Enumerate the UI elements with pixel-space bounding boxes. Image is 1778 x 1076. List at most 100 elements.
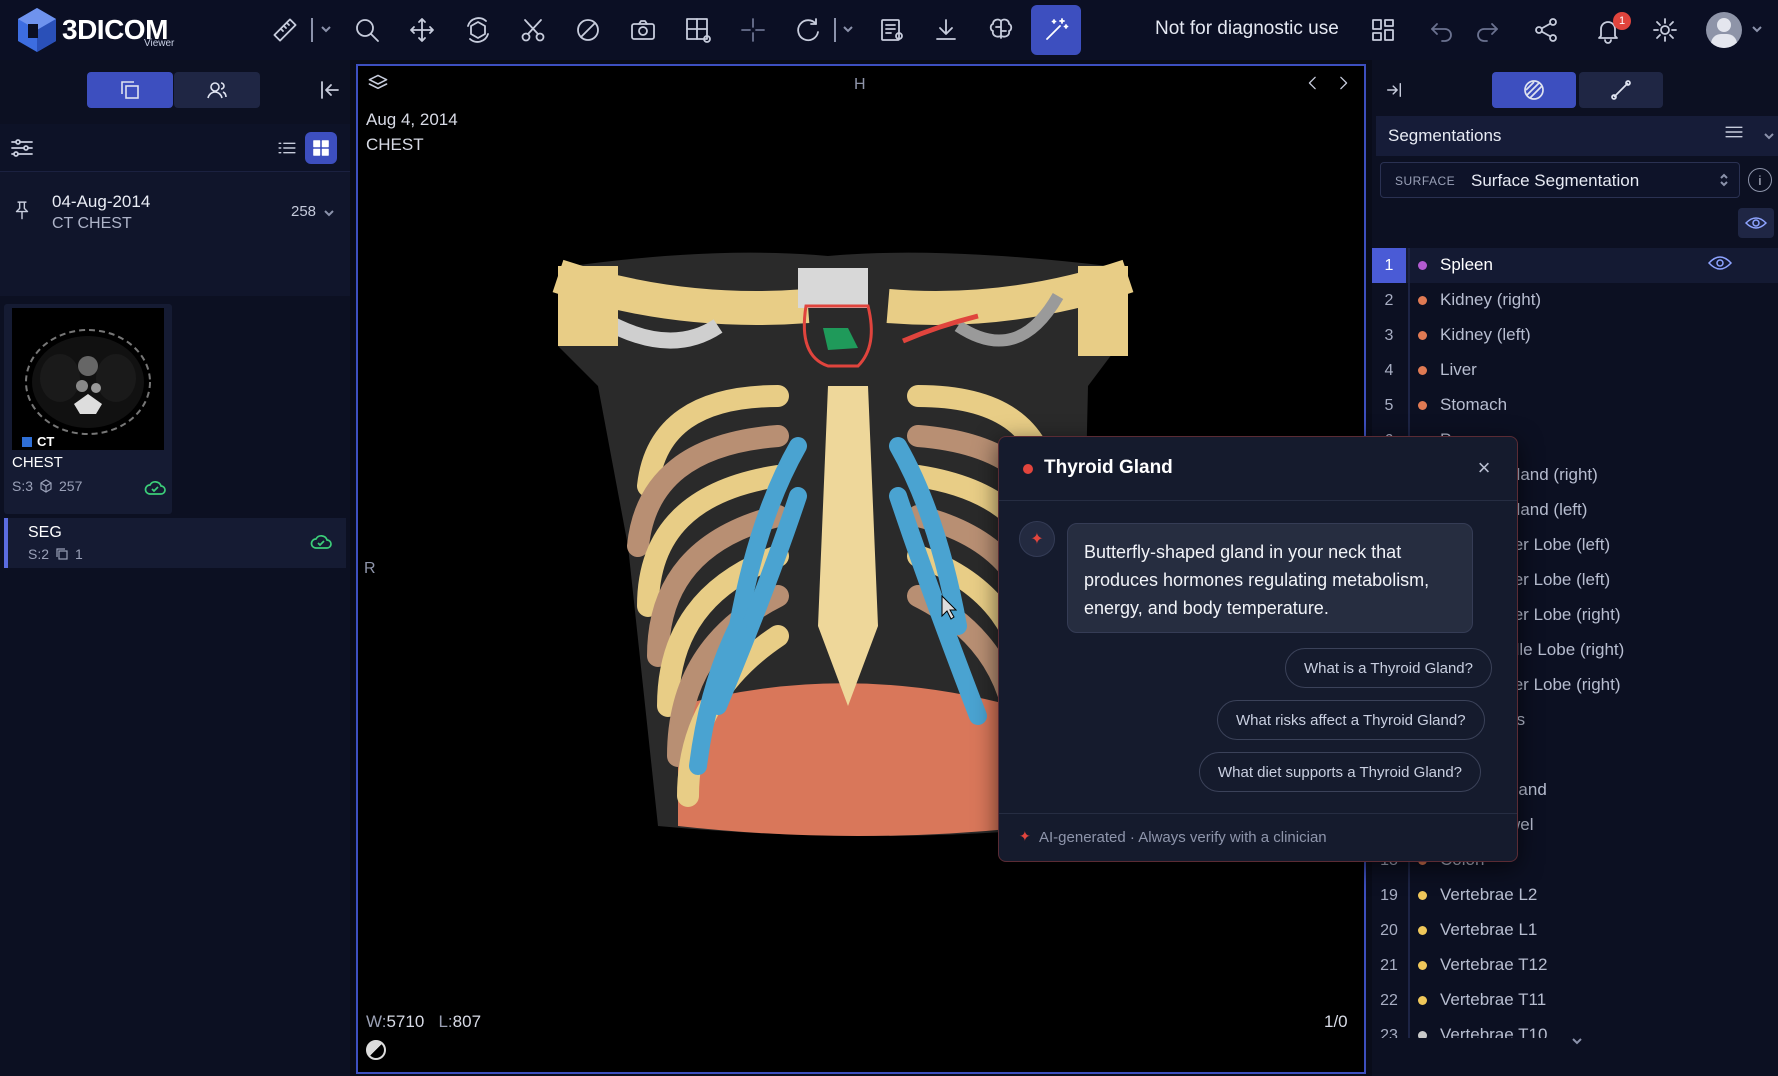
report-icon[interactable] <box>870 8 914 52</box>
seg-series-number: S:2 <box>28 546 50 562</box>
segment-color-dot <box>1418 296 1427 305</box>
camera-icon[interactable] <box>621 8 665 52</box>
segment-divider <box>1408 283 1410 318</box>
cube-icon <box>40 479 52 493</box>
contrast-toggle-icon[interactable] <box>366 1040 386 1060</box>
seg-series-meta: S:2 1 <box>28 546 83 562</box>
tab-patient[interactable] <box>174 72 260 108</box>
segment-label: Vertebrae T12 <box>1440 955 1548 974</box>
filter-sliders-icon[interactable] <box>0 126 44 170</box>
suggested-question-chip[interactable]: What risks affect a Thyroid Gland? <box>1217 700 1485 740</box>
toggle-all-visibility-button[interactable] <box>1738 208 1774 238</box>
chevron-down-icon[interactable] <box>1762 129 1776 143</box>
copy-icon <box>56 548 68 560</box>
segment-item[interactable]: 3 Kidney (left) <box>1372 318 1778 353</box>
segment-item[interactable]: 20 Vertebrae L1 <box>1372 913 1778 948</box>
series-meta: S:3 257 <box>12 478 82 494</box>
share-icon[interactable] <box>1524 8 1568 52</box>
segment-divider <box>1408 913 1410 948</box>
pin-icon[interactable] <box>2 190 42 230</box>
tab-measurements[interactable] <box>1579 72 1663 108</box>
chevron-down-icon[interactable] <box>322 206 336 220</box>
segment-number: 5 <box>1384 396 1394 414</box>
info-icon[interactable]: i <box>1748 168 1772 192</box>
download-icon[interactable] <box>924 8 968 52</box>
segment-divider <box>1408 353 1410 388</box>
segment-divider <box>1408 318 1410 353</box>
grid-view-icon[interactable] <box>305 132 337 164</box>
segment-divider <box>1408 983 1410 1018</box>
eye-icon[interactable] <box>1707 255 1733 276</box>
segment-label: Vertebrae L2 <box>1440 885 1538 904</box>
chevron-down-icon[interactable] <box>841 22 855 36</box>
popup-footer: ✦ AI-generated · Always verify with a cl… <box>999 813 1517 861</box>
filter-row <box>0 124 350 172</box>
segment-color-dot <box>1418 961 1427 970</box>
popup-header: Thyroid Gland × <box>999 437 1517 501</box>
segment-item[interactable]: 4 Liver <box>1372 353 1778 388</box>
modality-label: CT <box>22 434 54 449</box>
filter-sliders-icon[interactable] <box>1716 114 1752 150</box>
layout-icon[interactable] <box>1361 8 1405 52</box>
redo-icon[interactable] <box>1465 8 1509 52</box>
magic-wand-icon[interactable] <box>1031 5 1081 55</box>
segment-label: Kidney (left) <box>1440 325 1531 344</box>
surface-tag: SURFACE <box>1395 174 1456 188</box>
seg-series-row[interactable]: SEG S:2 1 <box>4 518 346 568</box>
segment-divider <box>1408 248 1410 283</box>
contrast-icon[interactable] <box>566 8 610 52</box>
chevron-down-icon[interactable] <box>319 22 333 36</box>
eye-icon <box>1745 217 1767 229</box>
segment-item[interactable]: 22 Vertebrae T11 <box>1372 983 1778 1018</box>
grid-layout-icon[interactable] <box>676 8 720 52</box>
segment-number: 2 <box>1384 291 1394 309</box>
series-name: CHEST <box>12 454 63 471</box>
gear-icon[interactable] <box>1643 8 1687 52</box>
tab-segmentation[interactable] <box>1492 72 1576 108</box>
seg-series-instance-count: 1 <box>75 546 83 562</box>
scroll-down-chevron-icon[interactable] <box>1570 1034 1584 1048</box>
segment-label: Liver <box>1440 360 1477 379</box>
undo-icon[interactable] <box>1420 8 1464 52</box>
pan-icon[interactable] <box>400 8 444 52</box>
ai-sparkle-icon: ✦ <box>1019 521 1055 557</box>
ruler-icon[interactable] <box>263 8 307 52</box>
surface-select[interactable]: SURFACE Surface Segmentation <box>1380 162 1740 198</box>
chevron-down-icon[interactable] <box>1750 22 1764 36</box>
series-thumbnail-card[interactable]: CT CHEST S:3 257 <box>4 304 172 514</box>
frame-counter: 1/0 <box>1324 1012 1348 1031</box>
segment-item[interactable]: 21 Vertebrae T12 <box>1372 948 1778 983</box>
segment-divider <box>1408 878 1410 913</box>
suggested-question-chip[interactable]: What diet supports a Thyroid Gland? <box>1199 752 1482 792</box>
collapse-panel-icon[interactable] <box>308 68 352 112</box>
zoom-icon[interactable] <box>345 8 389 52</box>
close-icon[interactable]: × <box>1471 455 1497 481</box>
reset-icon[interactable] <box>786 8 830 52</box>
segment-number: 20 <box>1380 921 1398 939</box>
level-label: L: <box>438 1012 453 1031</box>
crosshair-icon[interactable] <box>731 8 775 52</box>
segment-item[interactable]: 1 Spleen <box>1372 248 1778 283</box>
segment-item[interactable]: 19 Vertebrae L2 <box>1372 878 1778 913</box>
segment-item[interactable]: 5 Stomach <box>1372 388 1778 423</box>
rotate-3d-icon[interactable] <box>456 8 500 52</box>
brain-icon[interactable] <box>979 8 1023 52</box>
scissors-icon[interactable] <box>511 8 555 52</box>
segment-color-dot <box>1418 331 1427 340</box>
seg-series-name: SEG <box>28 524 62 541</box>
series-instance-count: 257 <box>59 478 83 494</box>
suggested-question-chip[interactable]: What is a Thyroid Gland? <box>1285 648 1492 688</box>
segment-color-dot <box>1418 926 1427 935</box>
expand-panel-icon[interactable] <box>1372 68 1416 112</box>
segmentation-header: Segmentations <box>1376 116 1778 156</box>
ct-thumbnail-image: CT <box>12 308 164 450</box>
list-view-icon[interactable] <box>271 132 303 164</box>
segment-color-dot <box>1418 366 1427 375</box>
segment-color-dot <box>1418 891 1427 900</box>
segment-item[interactable]: 2 Kidney (right) <box>1372 283 1778 318</box>
segment-number: 21 <box>1380 956 1398 974</box>
study-header[interactable]: 04-Aug-2014 CT CHEST 258 <box>0 172 350 296</box>
avatar[interactable] <box>1706 12 1742 48</box>
tab-series[interactable] <box>87 72 173 108</box>
segment-number: 22 <box>1380 991 1398 1009</box>
